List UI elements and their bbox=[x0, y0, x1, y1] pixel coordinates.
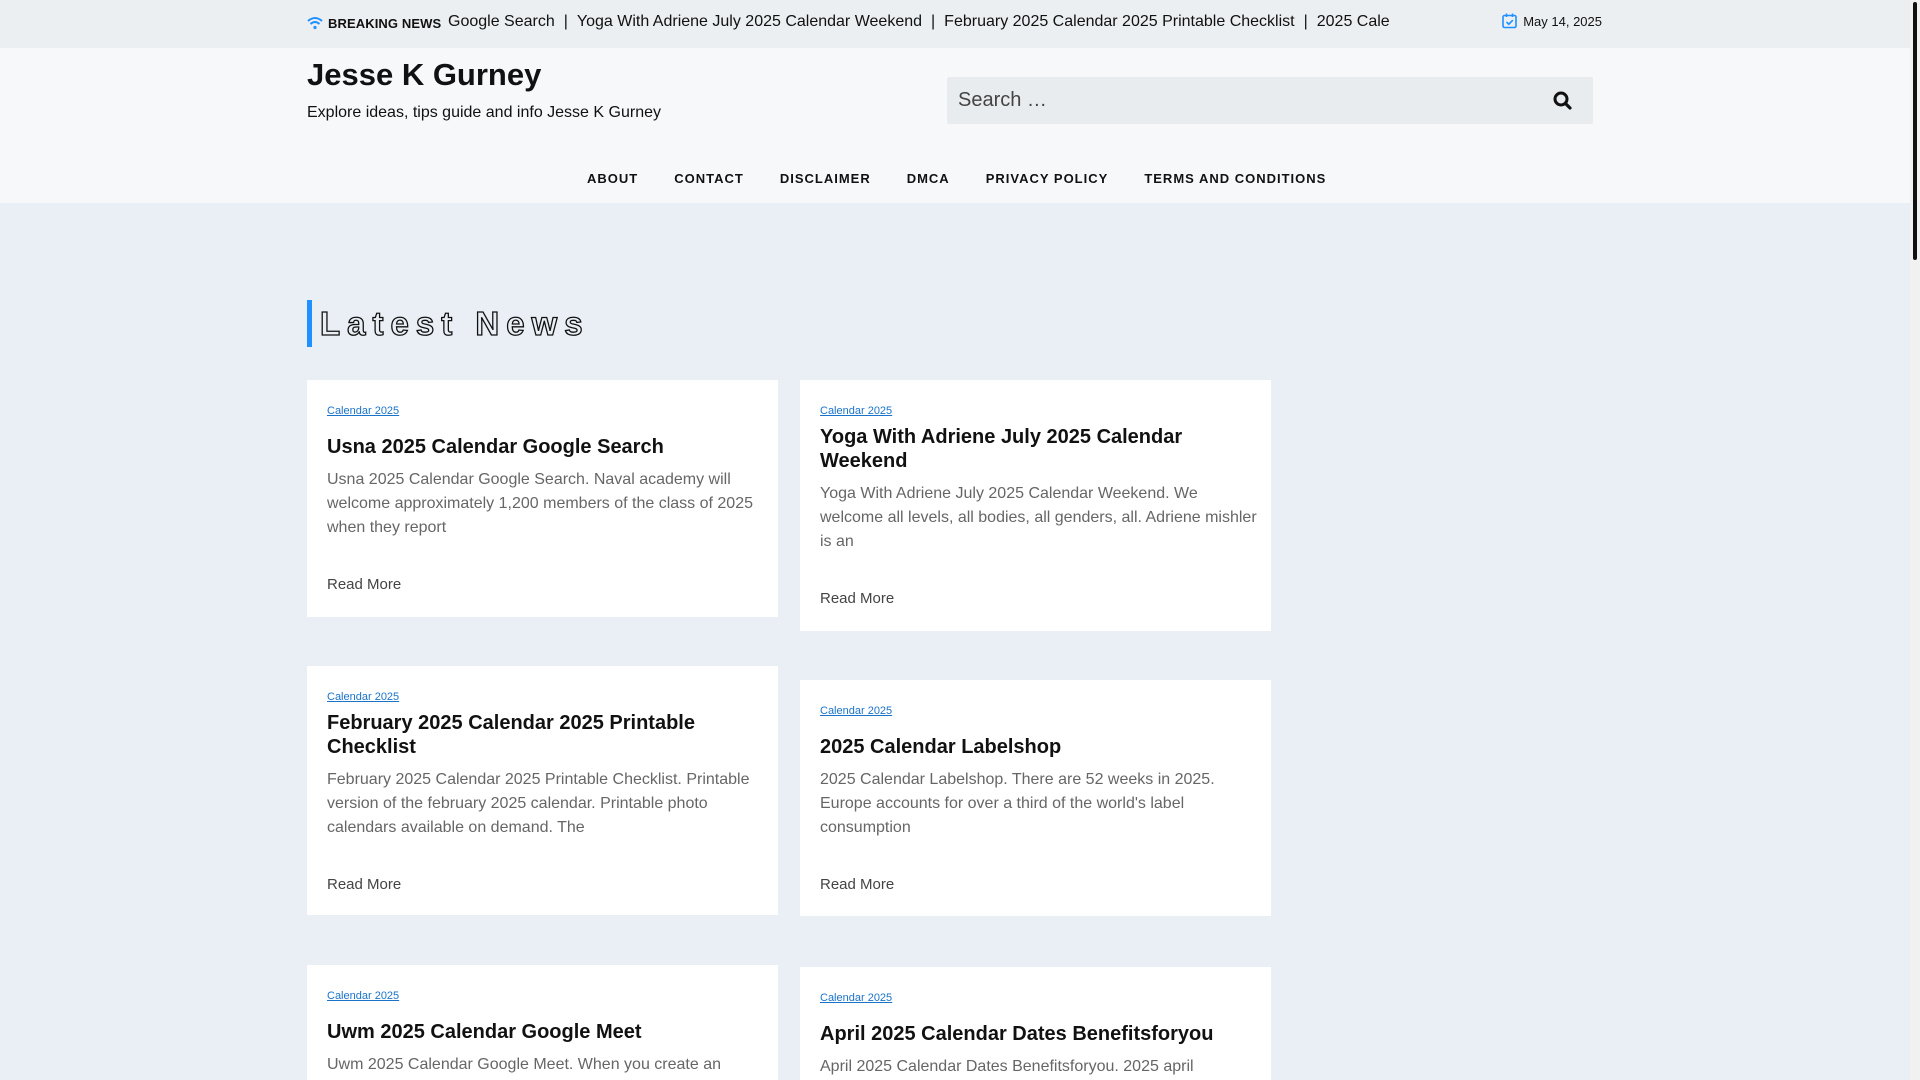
post-excerpt: 2025 Calendar Labelshop. There are 52 we… bbox=[820, 771, 1215, 836]
breaking-news-label: BREAKING NEWS bbox=[328, 16, 442, 31]
post-title[interactable]: April 2025 Calendar Dates Benefitsforyou bbox=[820, 1022, 1260, 1046]
post-card: Calendar 2025 2025 Calendar Labelshop 20… bbox=[800, 680, 1271, 916]
site-tagline: Explore ideas, tips guide and info Jesse… bbox=[307, 104, 661, 121]
post-card: Calendar 2025 February 2025 Calendar 202… bbox=[307, 666, 778, 915]
post-category-link[interactable]: Calendar 2025 bbox=[327, 990, 399, 1002]
post-card: Calendar 2025 Uwm 2025 Calendar Google M… bbox=[307, 965, 778, 1080]
nav-item-about[interactable]: ABOUT bbox=[587, 171, 638, 186]
ticker-separator: | bbox=[563, 13, 568, 30]
site-header: Jesse K Gurney Explore ideas, tips guide… bbox=[0, 48, 1910, 203]
nav-item-disclaimer[interactable]: DISCLAIMER bbox=[780, 171, 871, 186]
search-input[interactable] bbox=[947, 77, 1538, 124]
date-text: May 14, 2025 bbox=[1523, 14, 1602, 29]
news-ticker: Google Search | Yoga With Adriene July 202… bbox=[448, 13, 1390, 35]
current-date: May 14, 2025 bbox=[1502, 13, 1602, 31]
ticker-separator: | bbox=[931, 13, 936, 30]
ticker-item[interactable]: 2025 Cale bbox=[1317, 13, 1390, 30]
post-category-link[interactable]: Calendar 2025 bbox=[820, 405, 892, 417]
read-more-link[interactable]: Read More bbox=[820, 590, 894, 607]
site-title[interactable]: Jesse K Gurney bbox=[307, 57, 541, 93]
post-card: Calendar 2025 Usna 2025 Calendar Google … bbox=[307, 380, 778, 617]
post-excerpt: Uwm 2025 Calendar Google Meet. When you … bbox=[327, 1056, 721, 1073]
post-title[interactable]: Usna 2025 Calendar Google Search bbox=[327, 435, 767, 459]
wifi-icon bbox=[307, 17, 323, 30]
nav-list: ABOUT CONTACT DISCLAIMER DMCA PRIVACY PO… bbox=[587, 171, 1362, 186]
nav-item-terms-and-conditions[interactable]: TERMS AND CONDITIONS bbox=[1144, 171, 1326, 186]
page-scrollbar[interactable] bbox=[1910, 0, 1920, 1080]
post-category-link[interactable]: Calendar 2025 bbox=[820, 992, 892, 1004]
ticker-item[interactable]: Yoga With Adriene July 2025 Calendar Wee… bbox=[577, 13, 922, 30]
nav-item-contact[interactable]: CONTACT bbox=[674, 171, 744, 186]
post-category-link[interactable]: Calendar 2025 bbox=[327, 405, 399, 417]
scrollbar-thumb[interactable] bbox=[1913, 2, 1917, 260]
read-more-link[interactable]: Read More bbox=[327, 876, 401, 893]
ticker-item[interactable]: Google Search bbox=[448, 13, 555, 30]
post-category-link[interactable]: Calendar 2025 bbox=[820, 705, 892, 717]
calendar-check-icon bbox=[1502, 13, 1518, 29]
breaking-news-inner: BREAKING NEWS Google Search | Yoga With Ad… bbox=[307, 0, 1602, 48]
read-more-link[interactable]: Read More bbox=[327, 576, 401, 593]
post-excerpt: February 2025 Calendar 2025 Printable Ch… bbox=[327, 771, 750, 836]
post-title[interactable]: February 2025 Calendar 2025 Printable Ch… bbox=[327, 711, 767, 759]
search-button[interactable] bbox=[1551, 89, 1575, 113]
section-heading-text: Latest News bbox=[319, 304, 590, 342]
post-title[interactable]: Uwm 2025 Calendar Google Meet bbox=[327, 1020, 767, 1044]
section-heading: Latest News bbox=[307, 300, 590, 347]
post-card: Calendar 2025 April 2025 Calendar Dates … bbox=[800, 967, 1271, 1080]
post-excerpt: Usna 2025 Calendar Google Search. Naval … bbox=[327, 471, 753, 536]
nav-item-privacy-policy[interactable]: PRIVACY POLICY bbox=[986, 171, 1109, 186]
nav-item-dmca[interactable]: DMCA bbox=[907, 171, 950, 186]
search-icon bbox=[1553, 91, 1572, 110]
breaking-news-bar: BREAKING NEWS Google Search | Yoga With Ad… bbox=[0, 0, 1910, 48]
post-title[interactable]: Yoga With Adriene July 2025 Calendar Wee… bbox=[820, 425, 1260, 473]
post-excerpt: Yoga With Adriene July 2025 Calendar Wee… bbox=[820, 485, 1257, 550]
post-excerpt: April 2025 Calendar Dates Benefitsforyou… bbox=[820, 1058, 1194, 1075]
search-form bbox=[947, 77, 1593, 124]
read-more-link[interactable]: Read More bbox=[820, 876, 894, 893]
ticker-separator: | bbox=[1303, 13, 1308, 30]
ticker-item[interactable]: February 2025 Calendar 2025 Printable Ch… bbox=[944, 13, 1294, 30]
post-card: Calendar 2025 Yoga With Adriene July 202… bbox=[800, 380, 1271, 631]
main-navigation: ABOUT CONTACT DISCLAIMER DMCA PRIVACY PO… bbox=[0, 165, 1910, 203]
post-title[interactable]: 2025 Calendar Labelshop bbox=[820, 735, 1260, 759]
post-category-link[interactable]: Calendar 2025 bbox=[327, 691, 399, 703]
